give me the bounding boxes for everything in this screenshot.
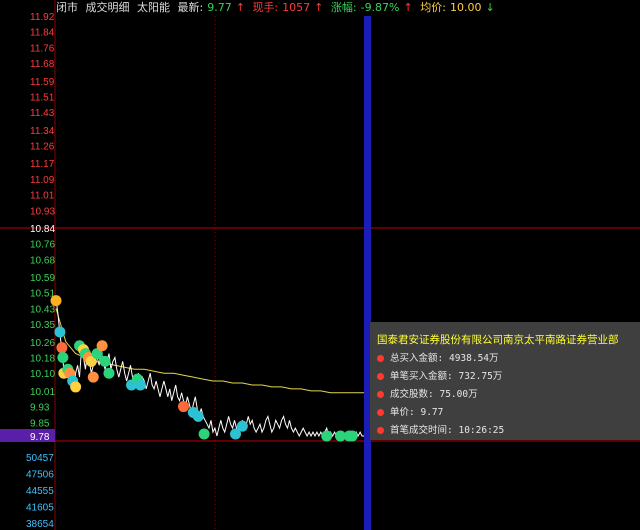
trade-bubble xyxy=(54,326,66,338)
price-tick-label: 9.85 xyxy=(30,418,50,429)
trade-bubble xyxy=(103,367,115,379)
price-tick-label: 10.84 xyxy=(30,224,55,235)
latest-arrow: ↑ xyxy=(235,1,245,14)
price-tick-label: 9.93 xyxy=(30,403,50,414)
price-tick-label: 11.84 xyxy=(30,28,55,39)
trade-bubble xyxy=(99,355,111,367)
market-status: 闭市 xyxy=(56,1,78,14)
price-tick-label: 10.68 xyxy=(30,255,55,266)
avg-label: 均价: xyxy=(420,1,446,14)
row-label: 单笔买入金额: xyxy=(390,371,453,382)
bullet-icon xyxy=(377,373,384,380)
volume-tick-label: 47506 xyxy=(26,470,54,481)
price-tick-label: 11.01 xyxy=(30,191,55,202)
bullet-icon xyxy=(377,391,384,398)
price-tick-label: 10.18 xyxy=(30,353,55,364)
intraday-chart[interactable]: 11.92 11.84 11.76 11.68 11.59 11.51 11.43 11.34… xyxy=(0,0,640,530)
trade-bubble xyxy=(96,340,108,352)
popup-row-first-time: 首笔成交时间: 10:26:25 xyxy=(377,422,504,436)
avg-arrow: ↓ xyxy=(485,1,495,14)
row-label: 单价: xyxy=(390,407,415,418)
volume-tick-label: 41605 xyxy=(26,503,54,514)
bullet-icon xyxy=(377,427,384,434)
price-tick-label: 10.43 xyxy=(30,304,55,315)
tab-trade-detail[interactable]: 成交明细 xyxy=(86,1,130,14)
price-tick-label: 11.51 xyxy=(30,92,55,103)
trade-bubble xyxy=(198,428,210,440)
trade-bubble xyxy=(192,410,204,422)
row-label: 首笔成交时间: xyxy=(390,425,453,436)
popup-row-shares: 成交股数: 75.00万 xyxy=(377,386,478,400)
broker-name: 国泰君安证券股份有限公司南京太平南路证券营业部 xyxy=(377,334,619,346)
price-tick-label: 11.92 xyxy=(30,12,55,23)
trade-bubble xyxy=(50,295,62,307)
price-tick-label: 11.34 xyxy=(30,126,55,137)
avg-value: 10.00 xyxy=(449,1,482,14)
volume-label: 现手: xyxy=(252,1,279,14)
volume-tick-label: 44555 xyxy=(26,486,54,497)
price-tick-label: 11.43 xyxy=(30,108,55,119)
latest-label: 最新: xyxy=(177,1,204,14)
price-tick-label: 10.35 xyxy=(30,320,55,331)
latest-value: 9.77 xyxy=(207,1,232,14)
trade-bubble xyxy=(346,430,358,442)
price-tick-label: 11.26 xyxy=(30,142,55,153)
price-tick-label: 10.76 xyxy=(30,240,55,251)
tab-sun[interactable]: 太阳能 xyxy=(137,1,170,14)
trade-bubble xyxy=(321,430,333,442)
price-tick-label: 9.78 xyxy=(30,432,50,443)
trade-bubble xyxy=(134,379,146,391)
row-value: 10:26:25 xyxy=(458,425,505,436)
row-value: 9.77 xyxy=(420,407,444,418)
bullet-icon xyxy=(377,409,384,416)
trade-bubble xyxy=(70,381,82,393)
price-tick-label: 11.17 xyxy=(30,159,55,170)
price-tick-label: 11.59 xyxy=(30,77,55,88)
popup-row-single-buy: 单笔买入金额: 732.75万 xyxy=(377,368,502,382)
change-label: 涨幅: xyxy=(330,1,357,14)
broker-info-popup: 国泰君安证券股份有限公司南京太平南路证券营业部 总买入金额: 4938.54万 … xyxy=(370,322,640,440)
volume-tick-label: 38654 xyxy=(26,519,54,530)
change-arrow: ↑ xyxy=(403,1,413,14)
row-value: 732.75万 xyxy=(458,371,503,382)
change-value: -9.87% xyxy=(360,1,400,14)
price-tick-label: 11.09 xyxy=(30,175,55,186)
volume-arrow: ↑ xyxy=(314,1,324,14)
row-label: 成交股数: xyxy=(390,389,434,400)
trade-bubble xyxy=(178,401,190,413)
price-tick-label: 10.59 xyxy=(30,273,55,284)
price-tick-label: 11.76 xyxy=(30,43,55,54)
price-tick-label: 10.10 xyxy=(30,369,55,380)
price-tick-label: 11.68 xyxy=(30,59,55,70)
quote-header: 闭市 成交明细 太阳能 最新: 9.77 ↑ 现手: 1057 ↑ 涨幅: -9.87% ↑… xyxy=(56,0,503,16)
trade-bubble xyxy=(87,371,99,383)
row-value: 75.00万 xyxy=(439,389,478,400)
trade-bubble xyxy=(236,420,248,432)
row-label: 总买入金额: xyxy=(390,353,444,364)
trade-bubble xyxy=(57,351,69,363)
popup-row-price: 单价: 9.77 xyxy=(377,404,443,418)
trade-bubble xyxy=(56,342,68,354)
time-cursor xyxy=(364,16,371,530)
volume-value: 1057 xyxy=(282,1,311,14)
price-tick-label: 10.01 xyxy=(30,387,55,398)
volume-tick-label: 50457 xyxy=(26,453,54,464)
bullet-icon xyxy=(377,355,384,362)
popup-row-total-buy: 总买入金额: 4938.54万 xyxy=(377,350,499,364)
row-value: 4938.54万 xyxy=(448,353,499,364)
price-tick-label: 10.93 xyxy=(30,206,55,217)
price-tick-label: 10.26 xyxy=(30,338,55,349)
